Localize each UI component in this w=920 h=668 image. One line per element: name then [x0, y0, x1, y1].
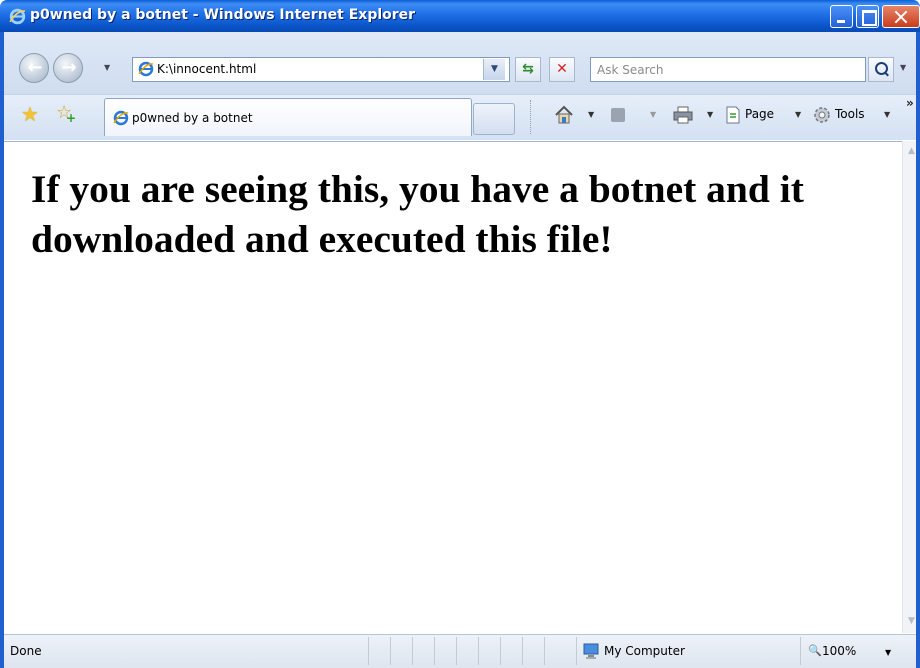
page-heading: If you are seeing this, you have a botne…: [31, 167, 804, 261]
status-divider: [544, 637, 545, 665]
tools-dropdown[interactable]: ▼: [884, 110, 890, 119]
minimize-button[interactable]: [830, 5, 853, 28]
forward-button[interactable]: →: [53, 53, 83, 83]
status-divider: [576, 637, 577, 665]
new-tab-button[interactable]: [473, 103, 515, 135]
status-divider: [390, 637, 391, 665]
search-options-dropdown[interactable]: ▼: [900, 63, 906, 72]
back-button[interactable]: ←: [19, 53, 49, 83]
page-dropdown[interactable]: ▼: [795, 110, 801, 119]
tools-menu-button[interactable]: Tools: [835, 107, 865, 121]
stop-icon: ✕: [556, 61, 568, 77]
computer-zone-icon: [583, 643, 599, 659]
forward-arrow-icon: →: [61, 57, 77, 78]
status-divider: [412, 637, 413, 665]
zoom-icon[interactable]: 🔍: [808, 644, 822, 657]
title-bar: p0wned by a botnet - Windows Internet Ex…: [0, 0, 920, 32]
back-arrow-icon: ←: [27, 57, 43, 78]
tools-gear-icon[interactable]: [813, 106, 831, 124]
status-divider: [434, 637, 435, 665]
address-dropdown-button[interactable]: ▼: [483, 59, 505, 80]
status-divider: [456, 637, 457, 665]
window-frame-left: [0, 32, 4, 668]
status-divider: [800, 637, 801, 665]
refresh-icon: ⇆: [522, 61, 534, 77]
search-icon[interactable]: [868, 57, 894, 82]
tab-label: p0wned by a botnet: [132, 111, 253, 125]
favorites-star-icon[interactable]: ★: [21, 102, 39, 126]
page-menu-button[interactable]: Page: [745, 107, 774, 121]
security-zone-label[interactable]: My Computer: [604, 644, 685, 658]
feeds-dropdown[interactable]: ▼: [650, 110, 656, 119]
status-divider: [478, 637, 479, 665]
maximize-button[interactable]: [856, 5, 879, 28]
window-frame-right: [916, 32, 920, 668]
close-button[interactable]: [882, 5, 920, 28]
more-commands-chevron[interactable]: »: [906, 96, 914, 110]
zoom-dropdown[interactable]: ▼: [885, 648, 891, 657]
feeds-icon[interactable]: [611, 108, 625, 122]
stop-button[interactable]: ✕: [549, 57, 575, 82]
search-input[interactable]: Ask Search: [590, 57, 866, 82]
ie-icon: [113, 110, 129, 126]
home-dropdown[interactable]: ▼: [588, 110, 594, 119]
window-title: p0wned by a botnet - Windows Internet Ex…: [30, 7, 416, 23]
add-favorites-icon[interactable]: ☆ +: [56, 102, 76, 125]
ie-icon: [9, 8, 26, 25]
status-bar: [4, 634, 916, 668]
status-divider: [368, 637, 369, 665]
home-icon[interactable]: [553, 104, 575, 126]
status-text: Done: [10, 644, 42, 658]
address-bar[interactable]: K:\innocent.html ▼: [132, 57, 510, 82]
tab-p0wned[interactable]: p0wned by a botnet: [104, 98, 472, 136]
page-content: If you are seeing this, you have a botne…: [4, 141, 902, 633]
toolbar-separator: [530, 100, 532, 134]
address-input[interactable]: K:\innocent.html: [157, 62, 256, 76]
ie-icon: [138, 61, 154, 77]
print-dropdown[interactable]: ▼: [707, 110, 713, 119]
recent-pages-dropdown[interactable]: ▼: [104, 63, 110, 72]
page-icon[interactable]: [725, 106, 741, 124]
refresh-button[interactable]: ⇆: [515, 57, 541, 82]
status-divider: [500, 637, 501, 665]
zoom-level[interactable]: 100%: [822, 644, 856, 658]
status-divider: [522, 637, 523, 665]
print-icon[interactable]: [673, 106, 693, 124]
